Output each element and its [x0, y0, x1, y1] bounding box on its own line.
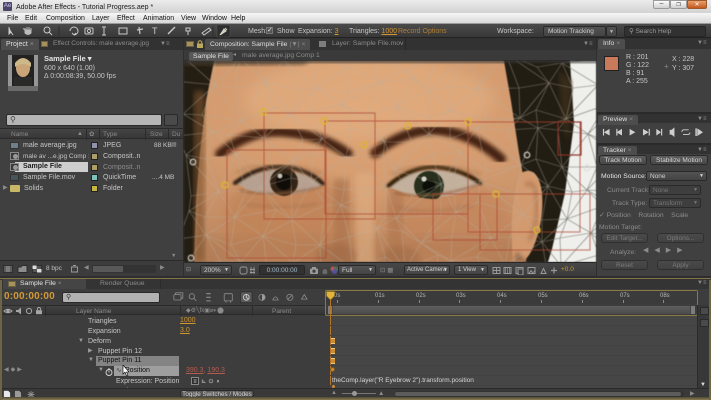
svg-text:T: T — [152, 26, 158, 36]
